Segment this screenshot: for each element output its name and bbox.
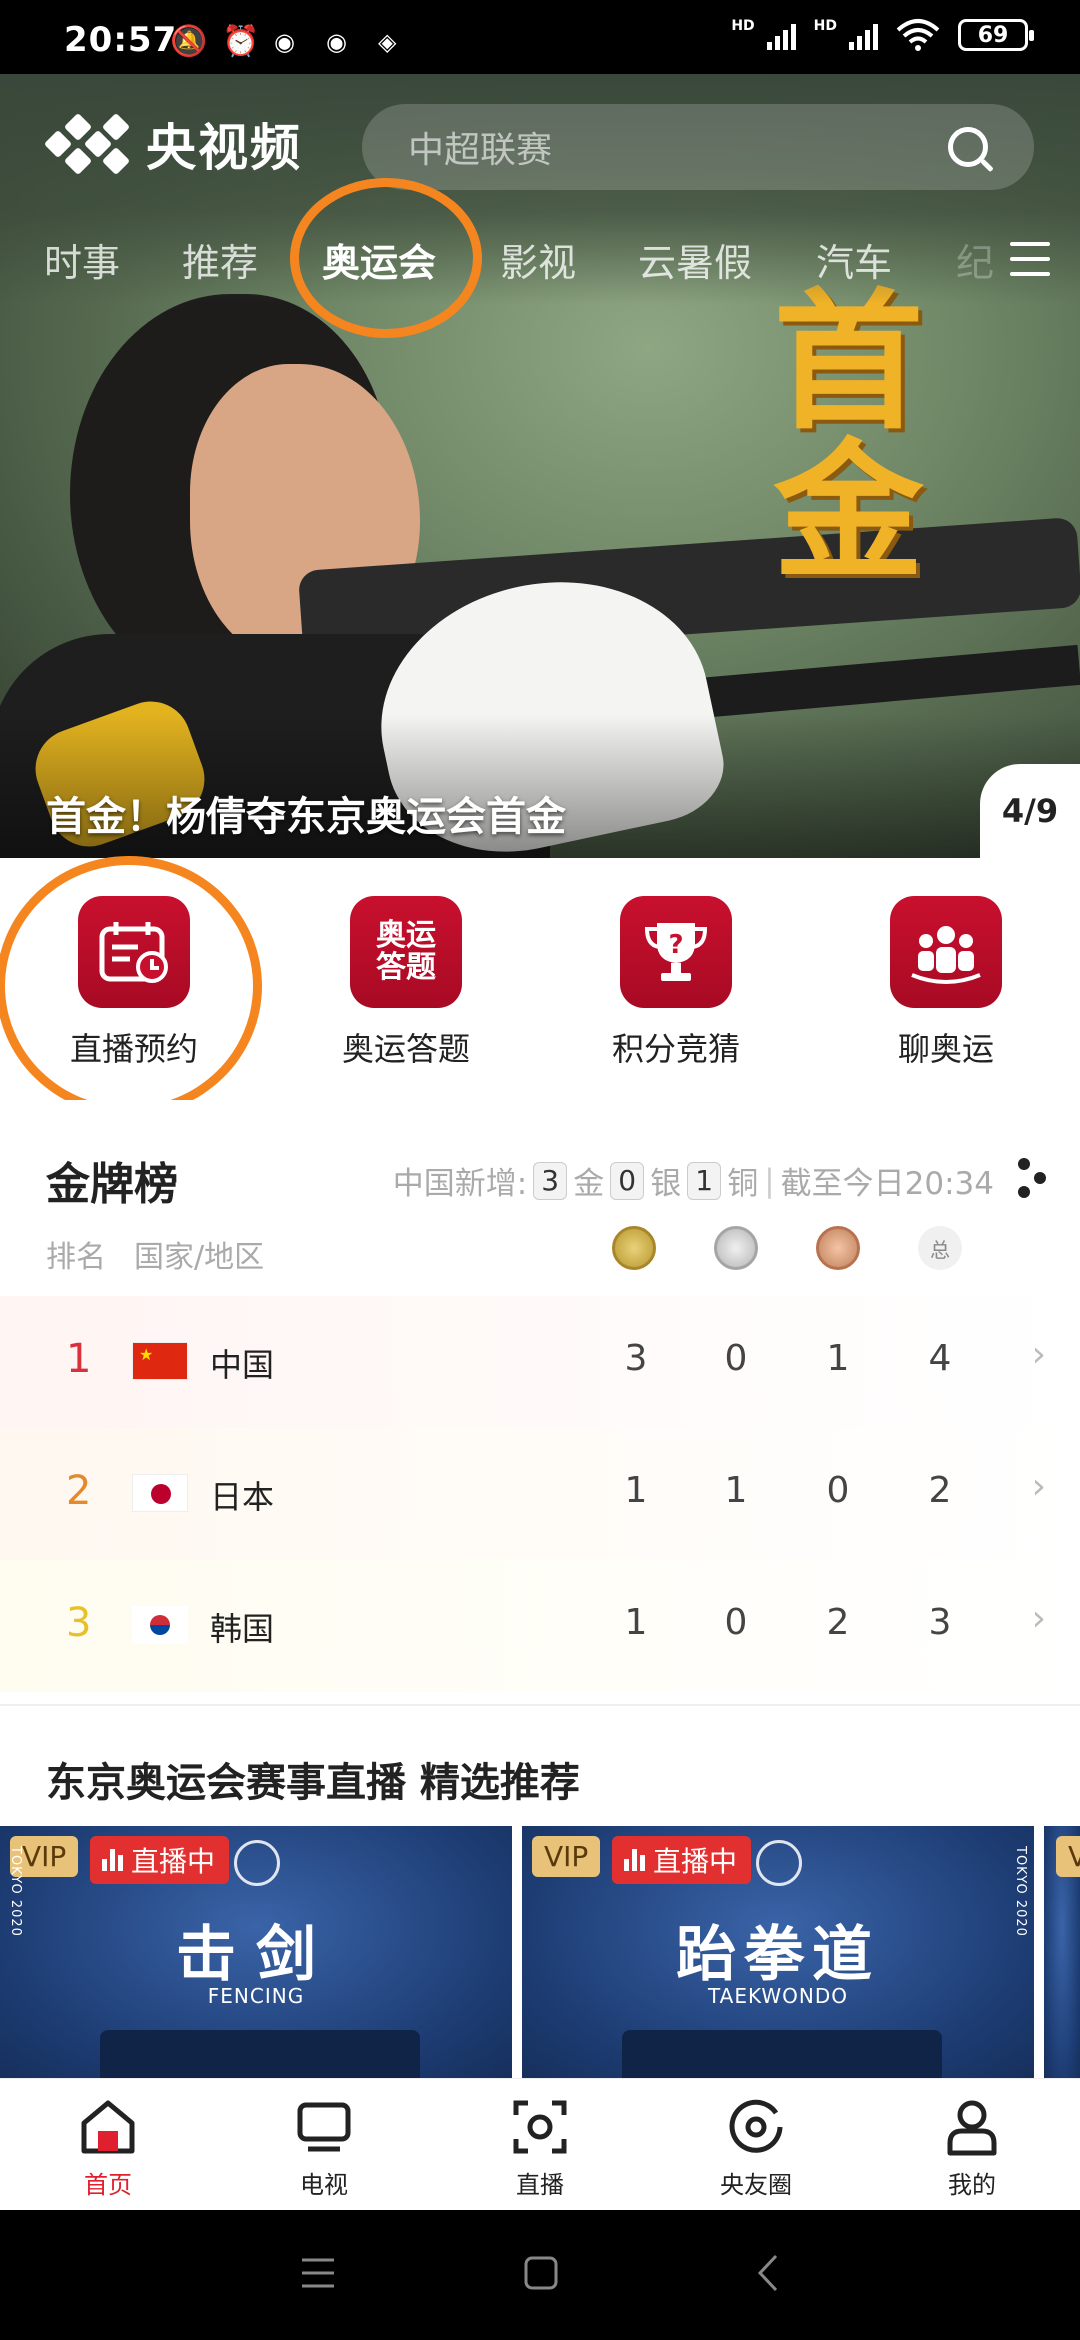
- medal-summary: 中国新增: 3 金 0 银 1 铜 | 截至今日20:34: [392, 1161, 994, 1202]
- live-badge: 直播中: [612, 1836, 752, 1884]
- silver-medal-icon: [714, 1226, 758, 1270]
- channel-tabs: 时事 推荐 奥运会 影视 云暑假 汽车 纪: [0, 232, 1080, 304]
- nav-tv[interactable]: 电视: [254, 2097, 394, 2200]
- hero-banner[interactable]: 首金 央视频 中超联赛 时事 推荐 奥运会 影视 云暑假 汽车 纪 首金！杨倩夺…: [0, 74, 1080, 858]
- tab-ji[interactable]: 纪: [956, 232, 994, 287]
- bottom-nav: 首页 电视 直播 央友圈 我的: [0, 2078, 1080, 2210]
- system-nav-bar: [0, 2210, 1080, 2340]
- tab-tuijian[interactable]: 推荐: [182, 232, 258, 287]
- tab-yunshujia[interactable]: 云暑假: [638, 232, 752, 287]
- hero-overlay-text: 首金: [748, 282, 922, 582]
- recents-menu-icon[interactable]: [300, 2256, 336, 2290]
- search-icon[interactable]: [948, 127, 988, 167]
- live-bars-icon: [624, 1849, 645, 1871]
- chevron-right-icon: ›: [1031, 1598, 1046, 1639]
- circle-icon: [726, 2097, 786, 2157]
- tab-shishi[interactable]: 时事: [44, 232, 120, 287]
- live-badge: 直播中: [90, 1836, 230, 1884]
- battery-icon: 69: [958, 19, 1034, 51]
- olympic-emblem-icon: [234, 1840, 280, 1886]
- table-row[interactable]: 3 韩国 1 0 2 3 ›: [0, 1560, 1080, 1692]
- nav-live[interactable]: 直播: [470, 2097, 610, 2200]
- chevron-right-icon: ›: [1031, 1466, 1046, 1507]
- chevron-right-icon: ›: [1031, 1334, 1046, 1375]
- nav-me[interactable]: 我的: [902, 2097, 1042, 2200]
- highlight-ring: [0, 856, 262, 1116]
- trophy-question-icon: ?: [620, 896, 732, 1008]
- app-notification-icon: ◉: [326, 28, 347, 56]
- nav-community[interactable]: 央友圈: [686, 2097, 826, 2200]
- table-row[interactable]: 2 日本 1 1 0 2 ›: [0, 1428, 1080, 1560]
- app-logo[interactable]: 央视频: [43, 108, 302, 180]
- table-row[interactable]: 1 ★ 中国 3 0 1 4 ›: [0, 1296, 1080, 1428]
- status-time: 20:57: [64, 20, 178, 60]
- quick-action-label: 积分竞猜: [611, 1030, 740, 1068]
- section-title: 东京奥运会赛事直播 精选推荐: [46, 1760, 580, 1806]
- vip-badge: VIP: [532, 1836, 601, 1877]
- highlight-ring: [290, 178, 482, 338]
- app-notification-icon: ◉: [274, 28, 295, 56]
- search-placeholder[interactable]: 中超联赛: [408, 121, 948, 173]
- user-icon: [942, 2097, 1002, 2157]
- tab-qiche[interactable]: 汽车: [816, 232, 892, 287]
- battery-level: 69: [977, 22, 1009, 48]
- sport-title: 跆拳道: [676, 1920, 880, 1990]
- live-card-partial[interactable]: VIP: [1044, 1826, 1080, 2078]
- hd-label: HD: [813, 18, 837, 34]
- group-chat-icon: [890, 896, 1002, 1008]
- status-bar: 20:57 🔕 ⏰ ◉ ◉ ◈ HD HD 69: [0, 0, 1080, 74]
- live-camera-icon: [510, 2097, 570, 2157]
- menu-icon[interactable]: [1010, 242, 1050, 276]
- signal-icon: [766, 20, 796, 50]
- bronze-medal-icon: [816, 1226, 860, 1270]
- olympic-emblem-icon: [756, 1840, 802, 1886]
- tv-icon: [294, 2097, 354, 2157]
- tokyo-label: TOKYO 2020: [1013, 1846, 1028, 1937]
- share-icon[interactable]: [1018, 1158, 1048, 1198]
- back-icon[interactable]: [756, 2254, 780, 2292]
- vip-badge: VIP: [1056, 1836, 1080, 1877]
- live-bars-icon: [102, 1849, 123, 1871]
- home-button-icon[interactable]: [524, 2256, 558, 2290]
- signal-icon: [849, 20, 878, 50]
- divider: [0, 1704, 1080, 1706]
- gold-medal-icon: [612, 1226, 656, 1270]
- medal-board-title: 金牌榜: [46, 1159, 178, 1210]
- quick-action-label: 奥运答题: [341, 1030, 470, 1068]
- quick-action-guess[interactable]: ? 积分竞猜: [576, 896, 776, 1070]
- nav-home[interactable]: 首页: [38, 2097, 178, 2200]
- hero-caption[interactable]: 首金！杨倩夺东京奥运会首金: [46, 784, 566, 842]
- svg-text:?: ?: [668, 930, 683, 960]
- sport-title: 击剑: [176, 1920, 336, 1990]
- alarm-icon: ⏰: [222, 24, 260, 59]
- search-bar[interactable]: 中超联赛: [362, 104, 1034, 190]
- wifi-icon: [896, 19, 940, 51]
- flag-japan-icon: [132, 1474, 188, 1512]
- live-card-fencing[interactable]: VIP 直播中 击剑 FENCING TOKYO 2020: [0, 1826, 512, 2078]
- column-country: 国家/地区: [134, 1240, 265, 1275]
- home-icon: [78, 2097, 138, 2157]
- banner-pager: 4/9: [980, 764, 1080, 858]
- tokyo-label: TOKYO 2020: [8, 1846, 23, 1937]
- quick-action-chat[interactable]: 聊奥运: [846, 896, 1046, 1070]
- column-rank: 排名: [46, 1240, 106, 1275]
- logo-icon: [43, 111, 131, 177]
- quiz-icon: 奥运答题: [350, 896, 462, 1008]
- quick-action-quiz[interactable]: 奥运答题 奥运答题: [306, 896, 506, 1070]
- live-card-taekwondo[interactable]: VIP 直播中 跆拳道 TAEKWONDO TOKYO 2020: [522, 1826, 1034, 2078]
- flag-china-icon: ★: [132, 1342, 188, 1380]
- logo-text: 央视频: [146, 119, 302, 177]
- medal-board: 金牌榜 中国新增: 3 金 0 银 1 铜 | 截至今日20:34 排名 国家/…: [0, 1100, 1080, 1706]
- flag-korea-icon: [132, 1606, 188, 1644]
- mute-bell-icon: 🔕: [170, 24, 208, 59]
- hd-label: HD: [731, 18, 755, 34]
- tab-yingshi[interactable]: 影视: [500, 232, 576, 287]
- sport-subtitle: TAEKWONDO: [707, 1984, 848, 2008]
- sport-subtitle: FENCING: [207, 1984, 305, 2008]
- app-notification-icon: ◈: [378, 28, 397, 56]
- quick-action-label: 聊奥运: [897, 1030, 994, 1068]
- total-icon: 总: [918, 1226, 962, 1270]
